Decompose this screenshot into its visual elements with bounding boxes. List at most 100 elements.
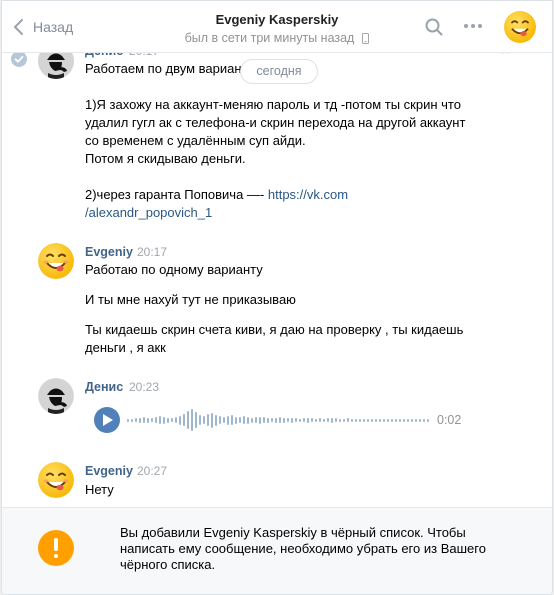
waveform-bar [395,418,397,422]
waveform-bar [367,418,369,422]
waveform-bar [203,416,205,424]
message-link-path[interactable]: /alexandr_popovich_1 [85,205,212,220]
chat-title-block: Evgeniy Kasperskiy был в сети три минуты… [2,12,552,45]
waveform-bar [267,417,269,423]
waveform-bar [355,418,357,422]
waveform-bar [199,415,201,425]
waveform-bar [159,416,161,424]
waveform-bar [359,418,361,422]
waveform-bar [407,418,409,422]
waveform-bar [299,418,301,422]
message-author[interactable]: Денис [85,380,123,394]
waveform-bar [331,417,333,423]
waveform-bar [399,418,401,422]
waveform-bar [127,418,129,422]
header-avatar[interactable] [504,11,536,43]
phone-icon [362,32,370,44]
message-author[interactable]: Evgeniy [85,245,133,259]
waveform-bar [411,418,413,422]
play-button[interactable] [94,407,120,433]
message-time: 20:23 [129,380,160,394]
waveform-bar [195,412,197,428]
waveform-bar [179,415,181,425]
waveform-bar [235,416,237,424]
voice-duration: 0:02 [437,413,462,427]
waveform-bar [271,418,273,422]
waveform-bar [227,415,229,425]
waveform-bar [323,418,325,422]
message-author[interactable]: Evgeniy [85,464,133,478]
search-icon[interactable] [425,18,443,36]
message-text: Работаем по двум вариант 1)Я захожу на а… [85,61,466,220]
more-icon[interactable] [464,24,482,28]
message-feed[interactable]: сегодня Денис 20:17 ★ Работаем по дву [2,1,552,506]
waveform-bar [387,418,389,422]
smile-avatar[interactable] [38,243,74,279]
chat-title[interactable]: Evgeniy Kasperskiy [216,12,339,27]
back-button[interactable]: Назад [14,15,73,39]
waveform-bar [403,418,405,422]
waveform-bar [283,417,285,423]
waveform-bar [391,418,393,422]
waveform-bar [211,412,213,428]
chat-header: Назад Evgeniy Kasperskiy был в сети три … [2,1,552,53]
waveform-bar [303,418,305,422]
waveform-bar [419,418,421,422]
waveform-bar [371,418,373,422]
waveform-bar [287,418,289,422]
waveform-bar [383,418,385,422]
waveform-bar [191,409,193,431]
waveform-bar [363,418,365,422]
waveform-bar [135,418,137,422]
waveform-bar [207,414,209,426]
blacklist-notice: Вы добавили Evgeniy Kasperskiy в чёрный … [120,525,486,572]
waveform-bar [151,418,153,422]
waveform-bar [275,417,277,423]
message-text: Работаю по одному варианту И ты мне наху… [85,262,464,355]
waveform-bar [375,418,377,422]
waveform-bar [251,417,253,423]
waveform-bar [279,417,281,423]
waveform-bar [311,418,313,422]
voice-waveform[interactable] [127,407,429,433]
waveform-bar [255,417,257,423]
waveform-bar [335,418,337,422]
waveform-bar [231,415,233,425]
waveform-bar [215,414,217,426]
message-time: 20:17 [137,245,168,259]
waveform-bar [171,418,173,422]
online-status: был в сети три минуты назад [185,31,370,45]
voice-message: 0:02 [94,407,474,433]
waveform-bar [259,416,261,424]
waveform-bar [183,414,185,426]
blacklist-banner: Вы добавили Evgeniy Kasperskiy в чёрный … [2,507,552,594]
chevron-left-icon [14,19,23,35]
waveform-bar [223,417,225,423]
waveform-bar [219,416,221,424]
message-link[interactable]: https://vk.com [268,187,348,202]
waveform-bar [263,417,265,423]
waveform-bar [327,418,329,422]
smile-avatar[interactable] [38,462,74,498]
waveform-bar [187,411,189,429]
waveform-bar [163,416,165,424]
waveform-bar [243,416,245,424]
waveform-bar [295,418,297,422]
waveform-bar [307,417,309,423]
waveform-bar [131,418,133,422]
detective-avatar[interactable] [38,378,74,414]
waveform-bar [139,417,141,423]
check-icon[interactable] [11,51,27,67]
date-divider: сегодня [240,59,318,84]
warning-icon [38,530,74,566]
waveform-bar [351,418,353,422]
waveform-bar [155,417,157,423]
waveform-bar [175,417,177,423]
waveform-bar [347,418,349,422]
message-time: 20:27 [137,464,168,478]
waveform-bar [427,418,429,422]
waveform-bar [423,418,425,422]
waveform-bar [339,418,341,422]
play-icon [103,414,113,426]
waveform-bar [415,418,417,422]
